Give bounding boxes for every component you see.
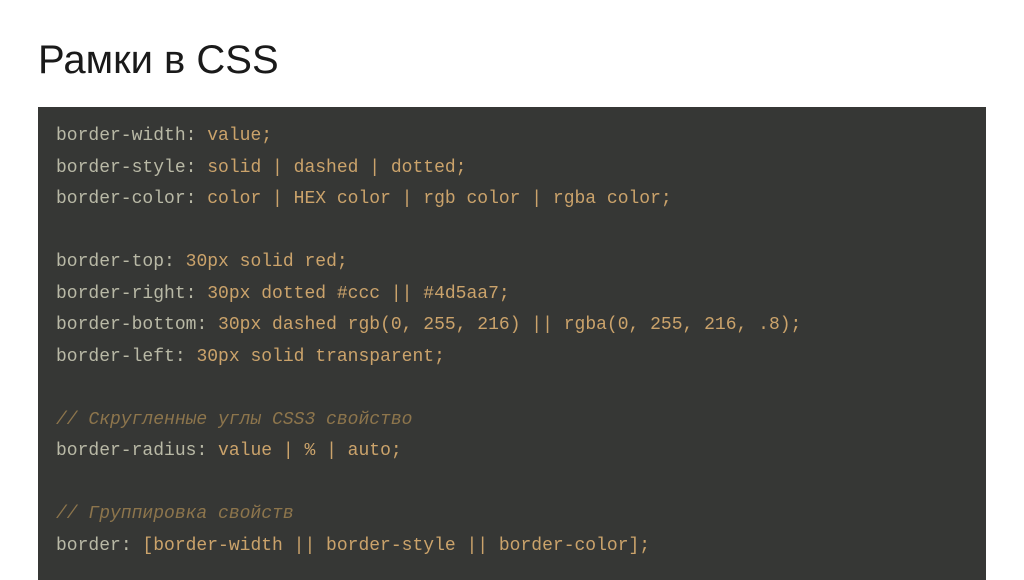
css-value: [border-width || border-style || border-… — [142, 536, 650, 556]
css-property: border-right — [56, 284, 186, 304]
blank-line — [56, 373, 968, 405]
css-colon: : — [175, 347, 197, 367]
code-line: border-width: value; — [56, 121, 968, 153]
css-value: solid | dashed | dotted; — [207, 158, 466, 178]
css-property: border-bottom — [56, 315, 196, 335]
css-property: border-left — [56, 347, 175, 367]
css-number: 30 — [186, 252, 208, 272]
code-line: border-radius: value | % | auto; — [56, 436, 968, 468]
code-block: border-width: value; border-style: solid… — [38, 107, 986, 580]
css-value: value; — [207, 126, 272, 146]
css-colon: : — [186, 189, 208, 209]
css-number: 30 — [218, 315, 240, 335]
css-number: 30 — [196, 347, 218, 367]
css-number: 30 — [207, 284, 229, 304]
css-property: border — [56, 536, 121, 556]
css-colon: : — [121, 536, 143, 556]
css-property: border-style — [56, 158, 186, 178]
code-line: border-right: 30px dotted #ccc || #4d5aa… — [56, 279, 968, 311]
css-value: color | HEX color | rgb color | rgba col… — [207, 189, 671, 209]
css-colon: : — [186, 284, 208, 304]
code-line: border: [border-width || border-style ||… — [56, 531, 968, 563]
css-value: value | % | auto; — [218, 441, 402, 461]
css-colon: : — [186, 126, 208, 146]
css-property: border-radius — [56, 441, 196, 461]
css-value: px solid red; — [207, 252, 347, 272]
css-property: border-color — [56, 189, 186, 209]
slide-title: Рамки в CSS — [38, 38, 986, 83]
slide-container: Рамки в CSS border-width: value; border-… — [0, 0, 1024, 574]
code-line: border-color: color | HEX color | rgb co… — [56, 184, 968, 216]
css-colon: : — [186, 158, 208, 178]
code-line: border-top: 30px solid red; — [56, 247, 968, 279]
code-line: border-left: 30px solid transparent; — [56, 342, 968, 374]
blank-line — [56, 216, 968, 248]
blank-line — [56, 468, 968, 500]
css-property: border-top — [56, 252, 164, 272]
css-colon: : — [164, 252, 186, 272]
css-colon: : — [196, 315, 218, 335]
code-comment: // Группировка свойств — [56, 499, 968, 531]
css-colon: : — [196, 441, 218, 461]
css-value: px dashed rgb(0, 255, 216) || rgba(0, 25… — [240, 315, 802, 335]
code-line: border-bottom: 30px dashed rgb(0, 255, 2… — [56, 310, 968, 342]
code-comment: // Скругленные углы CSS3 свойство — [56, 405, 968, 437]
css-value: px solid transparent; — [218, 347, 445, 367]
css-property: border-width — [56, 126, 186, 146]
css-value: px dotted #ccc || #4d5aa7; — [229, 284, 510, 304]
code-line: border-style: solid | dashed | dotted; — [56, 153, 968, 185]
